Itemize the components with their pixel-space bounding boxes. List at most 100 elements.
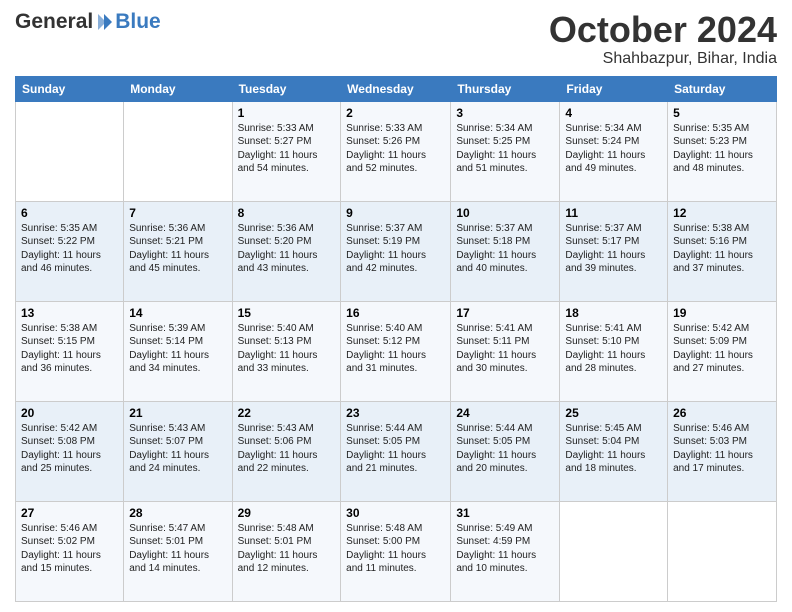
sunrise-text: Sunrise: 5:46 AM — [673, 423, 749, 434]
day-number: 28 — [129, 506, 226, 520]
calendar-cell: 16 Sunrise: 5:40 AM Sunset: 5:12 PM Dayl… — [341, 301, 451, 401]
day-number: 2 — [346, 106, 445, 120]
sunset-text: Sunset: 5:06 PM — [238, 436, 312, 447]
header: General Blue October 2024 Shahbazpur, Bi… — [15, 10, 777, 68]
sunrise-text: Sunrise: 5:44 AM — [456, 423, 532, 434]
sunset-text: Sunset: 5:14 PM — [129, 336, 203, 347]
daylight-text: Daylight: 11 hours and 31 minutes. — [346, 350, 426, 375]
day-number: 7 — [129, 206, 226, 220]
daylight-text: Daylight: 11 hours and 24 minutes. — [129, 450, 209, 475]
calendar-cell: 23 Sunrise: 5:44 AM Sunset: 5:05 PM Dayl… — [341, 401, 451, 501]
calendar-header-thursday: Thursday — [451, 76, 560, 101]
daylight-text: Daylight: 11 hours and 18 minutes. — [565, 450, 645, 475]
sunrise-text: Sunrise: 5:33 AM — [346, 123, 422, 134]
sunset-text: Sunset: 5:09 PM — [673, 336, 747, 347]
day-info: Sunrise: 5:34 AM Sunset: 5:25 PM Dayligh… — [456, 122, 554, 176]
sunrise-text: Sunrise: 5:37 AM — [456, 223, 532, 234]
sunset-text: Sunset: 5:23 PM — [673, 136, 747, 147]
day-number: 24 — [456, 406, 554, 420]
daylight-text: Daylight: 11 hours and 46 minutes. — [21, 250, 101, 275]
daylight-text: Daylight: 11 hours and 28 minutes. — [565, 350, 645, 375]
sunrise-text: Sunrise: 5:33 AM — [238, 123, 314, 134]
day-number: 6 — [21, 206, 118, 220]
sunset-text: Sunset: 5:27 PM — [238, 136, 312, 147]
day-number: 18 — [565, 306, 662, 320]
sunset-text: Sunset: 5:03 PM — [673, 436, 747, 447]
daylight-text: Daylight: 11 hours and 40 minutes. — [456, 250, 536, 275]
logo-icon — [94, 12, 114, 32]
day-number: 10 — [456, 206, 554, 220]
sunrise-text: Sunrise: 5:35 AM — [21, 223, 97, 234]
location: Shahbazpur, Bihar, India — [549, 50, 777, 68]
sunset-text: Sunset: 5:01 PM — [238, 536, 312, 547]
month-title: October 2024 — [549, 10, 777, 50]
day-number: 25 — [565, 406, 662, 420]
sunset-text: Sunset: 5:07 PM — [129, 436, 203, 447]
calendar-cell: 19 Sunrise: 5:42 AM Sunset: 5:09 PM Dayl… — [668, 301, 777, 401]
calendar-header-row: SundayMondayTuesdayWednesdayThursdayFrid… — [16, 76, 777, 101]
sunset-text: Sunset: 5:18 PM — [456, 236, 530, 247]
daylight-text: Daylight: 11 hours and 10 minutes. — [456, 550, 536, 575]
calendar-cell: 13 Sunrise: 5:38 AM Sunset: 5:15 PM Dayl… — [16, 301, 124, 401]
calendar-cell: 12 Sunrise: 5:38 AM Sunset: 5:16 PM Dayl… — [668, 201, 777, 301]
day-info: Sunrise: 5:41 AM Sunset: 5:10 PM Dayligh… — [565, 322, 662, 376]
day-info: Sunrise: 5:34 AM Sunset: 5:24 PM Dayligh… — [565, 122, 662, 176]
calendar-cell: 3 Sunrise: 5:34 AM Sunset: 5:25 PM Dayli… — [451, 101, 560, 201]
day-info: Sunrise: 5:43 AM Sunset: 5:07 PM Dayligh… — [129, 422, 226, 476]
daylight-text: Daylight: 11 hours and 11 minutes. — [346, 550, 426, 575]
day-info: Sunrise: 5:43 AM Sunset: 5:06 PM Dayligh… — [238, 422, 336, 476]
calendar-cell — [16, 101, 124, 201]
sunset-text: Sunset: 5:12 PM — [346, 336, 420, 347]
day-info: Sunrise: 5:33 AM Sunset: 5:26 PM Dayligh… — [346, 122, 445, 176]
day-number: 15 — [238, 306, 336, 320]
daylight-text: Daylight: 11 hours and 17 minutes. — [673, 450, 753, 475]
sunrise-text: Sunrise: 5:38 AM — [673, 223, 749, 234]
calendar-cell: 28 Sunrise: 5:47 AM Sunset: 5:01 PM Dayl… — [124, 501, 232, 601]
calendar-header-wednesday: Wednesday — [341, 76, 451, 101]
day-info: Sunrise: 5:38 AM Sunset: 5:15 PM Dayligh… — [21, 322, 118, 376]
day-info: Sunrise: 5:46 AM Sunset: 5:03 PM Dayligh… — [673, 422, 771, 476]
sunrise-text: Sunrise: 5:36 AM — [129, 223, 205, 234]
calendar-week-row: 20 Sunrise: 5:42 AM Sunset: 5:08 PM Dayl… — [16, 401, 777, 501]
calendar-header-saturday: Saturday — [668, 76, 777, 101]
sunrise-text: Sunrise: 5:41 AM — [456, 323, 532, 334]
day-info: Sunrise: 5:37 AM Sunset: 5:18 PM Dayligh… — [456, 222, 554, 276]
daylight-text: Daylight: 11 hours and 51 minutes. — [456, 150, 536, 175]
day-info: Sunrise: 5:35 AM Sunset: 5:22 PM Dayligh… — [21, 222, 118, 276]
calendar-cell: 15 Sunrise: 5:40 AM Sunset: 5:13 PM Dayl… — [232, 301, 341, 401]
sunrise-text: Sunrise: 5:39 AM — [129, 323, 205, 334]
day-number: 14 — [129, 306, 226, 320]
calendar-cell: 10 Sunrise: 5:37 AM Sunset: 5:18 PM Dayl… — [451, 201, 560, 301]
daylight-text: Daylight: 11 hours and 27 minutes. — [673, 350, 753, 375]
sunrise-text: Sunrise: 5:48 AM — [238, 523, 314, 534]
sunrise-text: Sunrise: 5:36 AM — [238, 223, 314, 234]
day-info: Sunrise: 5:48 AM Sunset: 5:01 PM Dayligh… — [238, 522, 336, 576]
sunrise-text: Sunrise: 5:34 AM — [456, 123, 532, 134]
day-number: 22 — [238, 406, 336, 420]
sunset-text: Sunset: 5:02 PM — [21, 536, 95, 547]
calendar-cell: 26 Sunrise: 5:46 AM Sunset: 5:03 PM Dayl… — [668, 401, 777, 501]
day-info: Sunrise: 5:46 AM Sunset: 5:02 PM Dayligh… — [21, 522, 118, 576]
daylight-text: Daylight: 11 hours and 12 minutes. — [238, 550, 318, 575]
day-number: 1 — [238, 106, 336, 120]
sunrise-text: Sunrise: 5:35 AM — [673, 123, 749, 134]
daylight-text: Daylight: 11 hours and 37 minutes. — [673, 250, 753, 275]
sunset-text: Sunset: 5:19 PM — [346, 236, 420, 247]
calendar-cell: 21 Sunrise: 5:43 AM Sunset: 5:07 PM Dayl… — [124, 401, 232, 501]
calendar-cell: 17 Sunrise: 5:41 AM Sunset: 5:11 PM Dayl… — [451, 301, 560, 401]
logo-general: General — [15, 10, 93, 34]
calendar-cell: 14 Sunrise: 5:39 AM Sunset: 5:14 PM Dayl… — [124, 301, 232, 401]
sunset-text: Sunset: 5:00 PM — [346, 536, 420, 547]
daylight-text: Daylight: 11 hours and 34 minutes. — [129, 350, 209, 375]
sunrise-text: Sunrise: 5:42 AM — [673, 323, 749, 334]
sunrise-text: Sunrise: 5:37 AM — [346, 223, 422, 234]
daylight-text: Daylight: 11 hours and 43 minutes. — [238, 250, 318, 275]
day-info: Sunrise: 5:39 AM Sunset: 5:14 PM Dayligh… — [129, 322, 226, 376]
calendar-cell: 11 Sunrise: 5:37 AM Sunset: 5:17 PM Dayl… — [560, 201, 668, 301]
calendar-header-friday: Friday — [560, 76, 668, 101]
day-info: Sunrise: 5:49 AM Sunset: 4:59 PM Dayligh… — [456, 522, 554, 576]
calendar-cell: 29 Sunrise: 5:48 AM Sunset: 5:01 PM Dayl… — [232, 501, 341, 601]
calendar-header-tuesday: Tuesday — [232, 76, 341, 101]
title-block: October 2024 Shahbazpur, Bihar, India — [549, 10, 777, 68]
sunset-text: Sunset: 5:26 PM — [346, 136, 420, 147]
